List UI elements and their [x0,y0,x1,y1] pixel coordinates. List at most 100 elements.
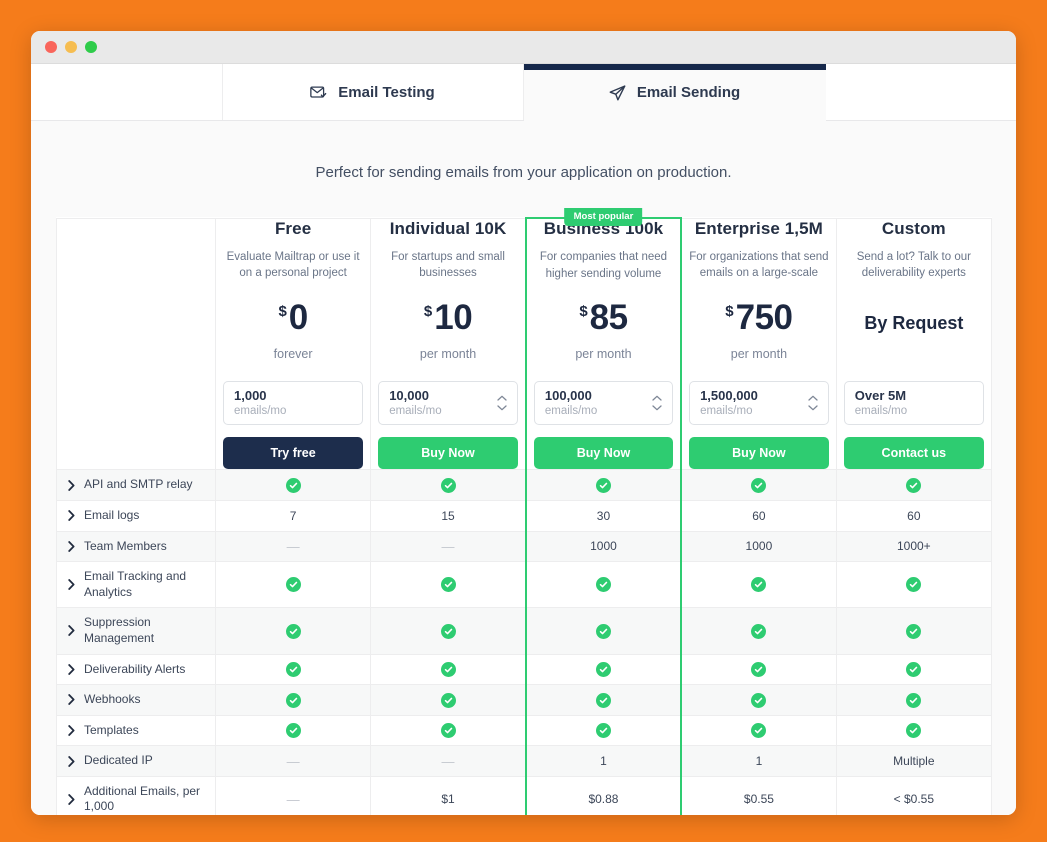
check-icon [285,692,301,708]
plan-period: per month [419,346,477,361]
feature-value: 30 [596,508,611,523]
check-icon [595,661,611,677]
feature-value-cell [370,714,526,746]
feature-label-cell[interactable]: Deliverability Alerts [56,653,216,685]
feature-label-cell[interactable]: Dedicated IP [56,745,216,777]
close-window-button[interactable] [45,41,57,53]
check-icon [440,477,456,493]
table-row: Additional Emails, per 1,000 — $1 $0.88 $0.5… [56,775,992,815]
check-icon [595,692,611,708]
feature-value-cell [835,684,992,716]
quantity-stepper[interactable] [808,395,818,411]
check-icon [595,477,611,493]
plan-cta-button[interactable]: Buy Now [533,437,674,470]
feature-value-cell: 60 [680,499,837,532]
pricing-table: Free Evaluate Mailtrap or use it on a per… [56,208,992,815]
plan-price: $0 [216,300,370,338]
plan-cta-button[interactable]: Try free [223,436,364,469]
feature-label: Additional Emails, per 1,000 [84,783,201,814]
quantity-input[interactable]: 1,500,000 emails/mo [689,380,829,425]
feature-value-cell [214,684,371,716]
quantity-unit-label: emails/mo [389,404,442,417]
check-icon [595,623,611,639]
not-included-dash: — [441,753,455,769]
feature-value: $0.55 [743,792,774,807]
check-icon [440,661,456,677]
page-content: Email Testing Email Sending Perfect for … [31,64,1016,815]
check-icon [440,723,456,739]
quantity-value: Over 5M [854,387,907,403]
pricing-table-wrapper: Free Evaluate Mailtrap or use it on a per… [56,208,992,815]
feature-value: $1 [441,792,455,807]
plan-period: forever [273,346,313,361]
check-icon [440,623,456,639]
price-amount: 0 [288,297,308,337]
feature-value-cell [680,684,837,716]
check-icon [595,723,611,739]
plan-price: $85 [527,300,680,338]
quantity-value: 1,500,000 [700,387,758,403]
feature-value: Multiple [893,754,935,769]
feature-label-cell[interactable]: Webhooks [56,684,216,716]
tab-email-testing[interactable]: Email Testing [221,64,524,121]
check-icon [906,661,922,677]
check-icon [751,477,767,493]
quantity-unit-label: emails/mo [854,404,908,417]
tab-label: Email Testing [338,84,435,101]
check-icon [285,577,301,593]
tab-email-sending[interactable]: Email Sending [523,64,826,122]
feature-label-cell[interactable]: Email Tracking and Analytics [56,561,216,608]
feature-label-cell[interactable]: Templates [56,714,216,746]
quantity-input[interactable]: 1,000 emails/mo [223,380,364,425]
feature-label-cell[interactable]: API and SMTP relay [56,469,216,501]
minimize-window-button[interactable] [65,41,77,53]
feature-value-cell: — [370,530,526,562]
table-row: Team Members — — 1000 1000 1000+ [56,530,992,562]
feature-label-cell[interactable]: Additional Emails, per 1,000 [56,775,216,815]
feature-value-cell [214,653,371,685]
table-row: Dedicated IP — — 1 1 Multiple [56,745,992,777]
feature-label-cell[interactable]: Team Members [56,530,216,562]
feature-value-cell [835,607,992,654]
feature-value: 1000 [745,539,773,554]
not-included-dash: — [286,791,300,807]
feature-label: Team Members [84,538,167,553]
feature-value-cell: 15 [370,499,526,532]
feature-value-cell [370,469,526,501]
quantity-input[interactable]: 100,000 emails/mo [533,381,674,426]
quantity-input[interactable]: 10,000 emails/mo [378,380,518,425]
feature-value-cell: $0.55 [680,775,837,815]
plan-description: Send a lot? Talk to our deliverability e… [856,250,971,280]
check-icon [285,477,301,493]
feature-value-cell: — [214,745,371,777]
table-row: Suppression Management [56,607,992,654]
quantity-stepper[interactable] [497,395,507,411]
feature-value-cell [524,684,683,716]
feature-label-cell[interactable]: Suppression Management [56,607,216,654]
feature-label: Email logs [84,507,140,522]
quantity-input[interactable]: Over 5M emails/mo [843,380,984,425]
quantity-value: 100,000 [544,388,592,404]
feature-value-cell [680,561,837,608]
check-icon [440,577,456,593]
paper-plane-icon [609,84,626,101]
plan-period: per month [575,347,632,362]
plan-cta-button[interactable]: Contact us [843,436,984,469]
feature-value-cell: 1 [680,745,837,777]
plan-cta-button[interactable]: Buy Now [689,436,829,469]
feature-value-cell: — [214,775,371,815]
quantity-value: 1,000 [234,387,267,403]
plan-description: For organizations that send emails on a … [689,250,829,280]
check-icon [906,692,922,708]
chevron-right-icon [68,755,75,767]
browser-window: Email Testing Email Sending Perfect for … [31,31,1016,815]
feature-value-cell [214,561,371,608]
plan-cta-button[interactable]: Buy Now [378,436,518,469]
maximize-window-button[interactable] [85,41,97,53]
feature-label-cell[interactable]: Email logs [56,499,216,532]
quantity-stepper[interactable] [652,395,662,411]
not-included-dash: — [286,538,300,554]
table-row: Email logs 7 15 30 60 60 [56,499,992,532]
check-icon [751,723,767,739]
check-icon [285,661,301,677]
